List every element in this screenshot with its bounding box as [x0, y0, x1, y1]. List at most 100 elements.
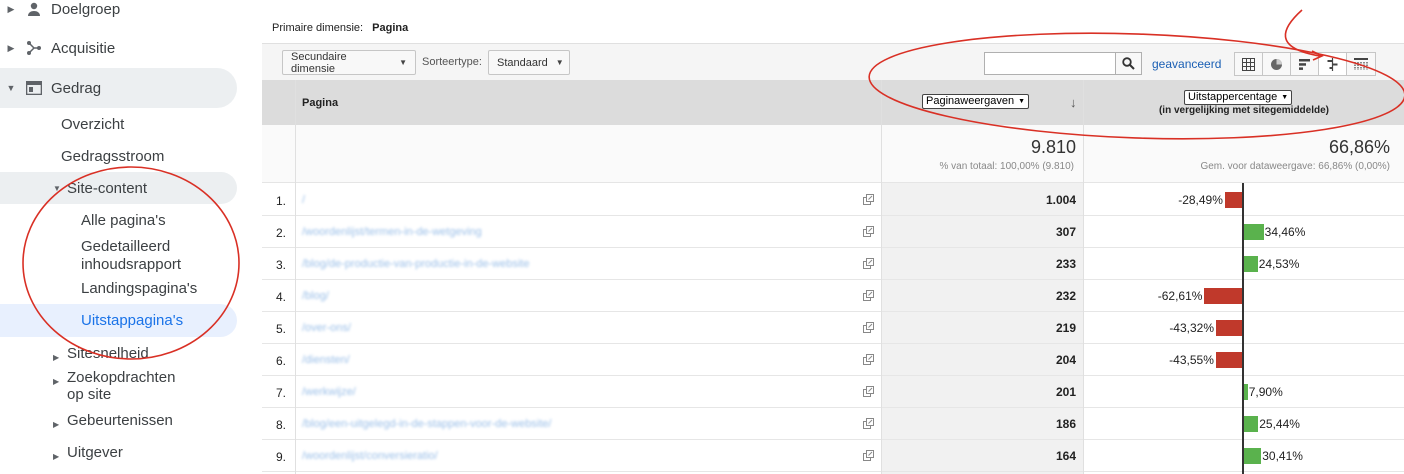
nav-gebeurtenissen[interactable]: ▶ Gebeurtenissen [53, 412, 173, 433]
nav-gedragsstroom[interactable]: Gedragsstroom [61, 148, 164, 165]
exit-rate-delta: -43,32% [1169, 321, 1215, 335]
pageviews-value: 186 [1055, 417, 1076, 431]
open-external-icon[interactable] [863, 450, 874, 461]
chevron-right-icon: ▶ [53, 353, 60, 362]
table-view-button[interactable] [1235, 53, 1263, 75]
nav-site-content[interactable]: ▼ Site-content [0, 172, 237, 204]
nav-alle-paginas[interactable]: Alle pagina's [81, 212, 166, 230]
column-header-page[interactable]: Pagina [302, 97, 338, 109]
open-external-icon[interactable] [863, 418, 874, 429]
comparison-bar [1243, 448, 1262, 464]
nav-gedrag[interactable]: ▼ Gedrag [0, 68, 237, 108]
row-index: 5. [276, 322, 287, 336]
pie-view-button[interactable] [1263, 53, 1291, 75]
nav-doelgroep[interactable]: ▶ Doelgroep [0, 0, 121, 29]
metric1-selector[interactable]: Paginaweergaven ▼ [922, 94, 1030, 109]
total-pageviews-sub: % van totaal: 100,00% (9.810) [939, 161, 1074, 172]
page-link[interactable]: /woordenlijst/termen-in-de-wetgeving [302, 226, 482, 238]
comparison-bar [1243, 416, 1259, 432]
chevron-right-icon: ▶ [7, 42, 15, 53]
pageviews-value: 307 [1055, 225, 1076, 239]
page-link[interactable]: /blog/een-uitgelegd-in-de-stappen-voor-d… [302, 418, 551, 430]
nav-uitstappaginas[interactable]: Uitstappagina's [0, 304, 237, 337]
table-row: 3. /blog/de-productie-van-productie-in-de… [262, 248, 1404, 280]
table-row: 8. /blog/een-uitgelegd-in-de-stappen-voor… [262, 408, 1404, 440]
nav-zoekopdrachten[interactable]: ▶ Zoekopdrachten op site [53, 369, 193, 403]
row-index: 3. [276, 258, 287, 272]
pageviews-value: 232 [1055, 289, 1076, 303]
open-external-icon[interactable] [863, 290, 874, 301]
primary-dimension-value[interactable]: Pagina [372, 22, 408, 34]
pageviews-value: 164 [1055, 449, 1076, 463]
open-external-icon[interactable] [863, 386, 874, 397]
exit-rate-delta: 24,53% [1258, 257, 1300, 271]
open-external-icon[interactable] [863, 354, 874, 365]
pie-view-icon [1271, 58, 1282, 70]
page-link[interactable]: /woordenlijst/conversieratio/ [302, 450, 438, 462]
pageviews-value: 201 [1055, 385, 1076, 399]
row-index: 6. [276, 354, 287, 368]
nav-label: Gebeurtenissen [67, 412, 173, 429]
chevron-down-icon: ▼ [6, 83, 16, 93]
secondary-dimension-dropdown[interactable]: Secundaire dimensie ▼ [282, 50, 416, 75]
pageviews-value: 233 [1055, 257, 1076, 271]
metric2-selector[interactable]: Uitstappercentage ▼ [1184, 90, 1293, 105]
page-link[interactable]: / [302, 194, 305, 206]
open-external-icon[interactable] [863, 226, 874, 237]
comparison-bar [1216, 320, 1242, 336]
nav-gedetailleerd-inhoudsrapport[interactable]: Gedetailleerd inhoudsrapport [81, 238, 201, 274]
chevron-down-icon: ▼ [53, 183, 61, 193]
table-toolbar: Secundaire dimensie ▼ Sorteertype: Stand… [262, 43, 1404, 80]
nav-label: Site-content [67, 179, 148, 197]
exit-rate-delta: 34,46% [1264, 225, 1306, 239]
comparison-bar [1215, 352, 1242, 368]
row-index: 1. [276, 194, 287, 208]
nav-acquisitie[interactable]: ▶ Acquisitie [0, 28, 116, 68]
nav-label: Zoekopdrachten op site [67, 369, 176, 403]
bar-view-button[interactable] [1291, 53, 1319, 75]
row-index: 9. [276, 450, 287, 464]
search-icon [1122, 57, 1135, 70]
dropdown-label: Secundaire dimensie [291, 50, 347, 75]
table-row: 1. / 1.004 -28,49% [262, 184, 1404, 216]
nav-sitesnelheid[interactable]: ▶ Sitesnelheid [53, 345, 149, 366]
open-external-icon[interactable] [863, 258, 874, 269]
comparison-view-button[interactable] [1319, 53, 1347, 75]
pivot-view-button[interactable] [1347, 53, 1375, 75]
column-divider [1083, 80, 1084, 474]
table-row: 5. /over-ons/219 -43,32% [262, 312, 1404, 344]
view-switcher [1234, 52, 1376, 76]
comparison-view-icon [1327, 57, 1338, 71]
advanced-filter-link[interactable]: geavanceerd [1152, 57, 1221, 71]
page-link[interactable]: /blog/ [302, 290, 329, 302]
primary-dimension-label: Primaire dimensie: [272, 22, 364, 34]
exit-rate-delta: 25,44% [1259, 417, 1300, 431]
caret-down-icon: ▼ [399, 58, 407, 67]
page-link[interactable]: /blog/de-productie-van-productie-in-de-w… [302, 258, 529, 270]
page-link[interactable]: /werkwijze/ [302, 386, 356, 398]
open-external-icon[interactable] [863, 322, 874, 333]
comparison-bar [1243, 224, 1264, 240]
total-exit-rate-sub: Gem. voor dataweergave: 66,86% (0,00%) [1200, 161, 1390, 172]
page-link[interactable]: /over-ons/ [302, 322, 351, 334]
totals-row: 9.810 % van totaal: 100,00% (9.810) 66,8… [262, 125, 1404, 183]
behavior-icon [20, 81, 48, 95]
table-row: 9. /woordenlijst/conversieratio/164 30,41% [262, 440, 1404, 472]
chevron-right-icon: ▶ [7, 3, 15, 14]
metric2-subtitle: (in vergelijking met sitegemiddelde) [1158, 105, 1330, 116]
sort-type-dropdown[interactable]: Standaard ▼ [488, 50, 570, 75]
total-exit-rate: 66,86% [1328, 137, 1390, 157]
pageviews-value: 1.004 [1045, 193, 1076, 207]
sort-descending-icon[interactable]: ↓ [1070, 95, 1077, 110]
chevron-right-icon: ▶ [53, 452, 60, 461]
search-button[interactable] [1115, 52, 1142, 75]
table-search-input[interactable] [984, 52, 1116, 75]
nav-overzicht[interactable]: Overzicht [61, 116, 124, 133]
total-pageviews: 9.810 [1030, 137, 1076, 157]
page-link[interactable]: /diensten/ [302, 354, 350, 366]
row-index: 2. [276, 226, 287, 240]
nav-uitgever[interactable]: ▶ Uitgever [53, 444, 123, 465]
open-external-icon[interactable] [863, 194, 874, 205]
column-divider [881, 80, 882, 474]
nav-landingspaginas[interactable]: Landingspagina's [81, 280, 197, 298]
